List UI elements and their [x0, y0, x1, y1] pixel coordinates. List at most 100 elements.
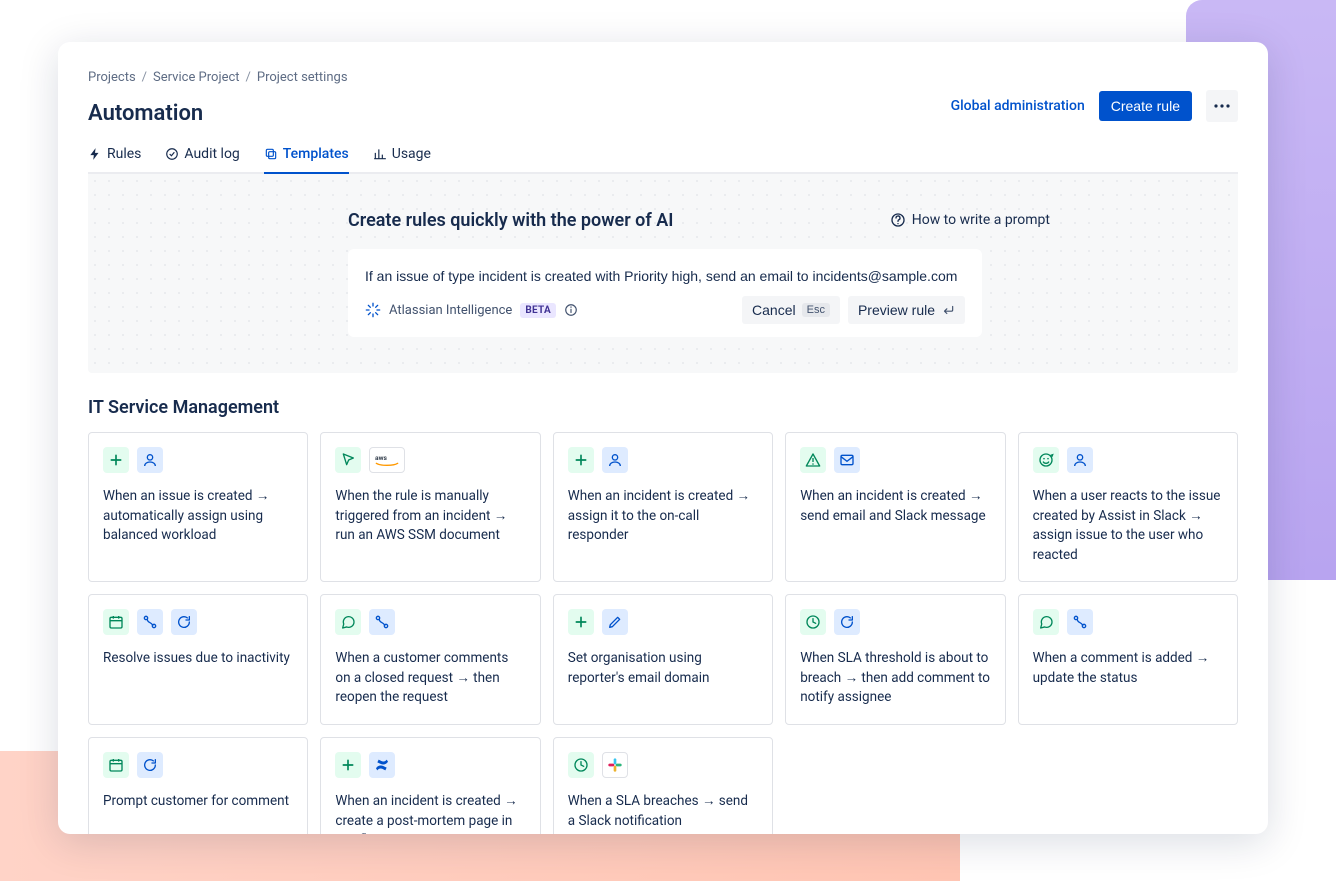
- enter-icon: [941, 303, 955, 317]
- card-icons: [335, 752, 525, 778]
- card-text: When an issue is created → automatically…: [103, 487, 293, 546]
- lightning-icon: [88, 147, 102, 161]
- beta-badge: BETA: [520, 303, 556, 318]
- template-card[interactable]: Set organisation using reporter's email …: [553, 594, 773, 725]
- breadcrumb-item[interactable]: Service Project: [153, 70, 239, 85]
- ai-brand-label: Atlassian Intelligence: [389, 303, 512, 318]
- preview-rule-button[interactable]: Preview rule: [848, 296, 965, 324]
- tab-usage[interactable]: Usage: [373, 146, 431, 174]
- card-text: Prompt customer for comment: [103, 792, 293, 812]
- template-card[interactable]: When an issue is created → automatically…: [88, 432, 308, 582]
- card-icons: [568, 447, 758, 473]
- help-link[interactable]: How to write a prompt: [890, 212, 1050, 228]
- create-rule-button[interactable]: Create rule: [1099, 91, 1192, 121]
- clock-icon: [800, 609, 826, 635]
- plus-icon: [568, 447, 594, 473]
- ai-prompt-input[interactable]: [365, 264, 965, 296]
- mail-icon: [834, 447, 860, 473]
- tab-templates[interactable]: Templates: [264, 146, 349, 174]
- kbd-esc: Esc: [802, 303, 830, 317]
- card-text: When SLA threshold is about to breach → …: [800, 649, 990, 708]
- card-text: When a customer comments on a closed req…: [335, 649, 525, 708]
- tab-label: Rules: [107, 146, 141, 162]
- help-label: How to write a prompt: [912, 212, 1050, 228]
- tab-label: Templates: [283, 146, 349, 162]
- person-icon: [1067, 447, 1093, 473]
- clock-icon: [568, 752, 594, 778]
- card-icons: [568, 752, 758, 778]
- plus-icon: [103, 447, 129, 473]
- card-text: When an incident is created → create a p…: [335, 792, 525, 834]
- calendar-icon: [103, 609, 129, 635]
- cursor-icon: [335, 447, 361, 473]
- pencil-icon: [602, 609, 628, 635]
- card-icons: [800, 609, 990, 635]
- info-icon[interactable]: [564, 303, 578, 317]
- flow-icon: [369, 609, 395, 635]
- template-card[interactable]: When an incident is created → send email…: [785, 432, 1005, 582]
- tab-label: Usage: [392, 146, 431, 162]
- card-icons: [103, 752, 293, 778]
- more-icon: [1214, 104, 1230, 108]
- breadcrumb-item[interactable]: Projects: [88, 70, 136, 85]
- card-icons: [568, 609, 758, 635]
- header-actions: Global administration Create rule: [951, 90, 1238, 122]
- template-card[interactable]: Prompt customer for comment: [88, 737, 308, 834]
- person-icon: [137, 447, 163, 473]
- chart-icon: [373, 147, 387, 161]
- flow-icon: [1067, 609, 1093, 635]
- template-card[interactable]: When a user reacts to the issue created …: [1018, 432, 1238, 582]
- card-icons: [800, 447, 990, 473]
- breadcrumb-item[interactable]: Project settings: [257, 70, 348, 85]
- confluence-icon: [369, 752, 395, 778]
- cancel-button[interactable]: Cancel Esc: [742, 296, 840, 324]
- template-card[interactable]: When a customer comments on a closed req…: [320, 594, 540, 725]
- card-text: When a SLA breaches → send a Slack notif…: [568, 792, 758, 831]
- breadcrumb: Projects / Service Project / Project set…: [88, 70, 1238, 85]
- comment-icon: [335, 609, 361, 635]
- card-text: When a comment is added → update the sta…: [1033, 649, 1223, 688]
- refresh-icon: [137, 752, 163, 778]
- plus-icon: [335, 752, 361, 778]
- template-card[interactable]: When a comment is added → update the sta…: [1018, 594, 1238, 725]
- ai-heading: Create rules quickly with the power of A…: [348, 210, 982, 231]
- aws-icon: [369, 447, 405, 473]
- global-admin-link[interactable]: Global administration: [951, 98, 1085, 114]
- tab-rules[interactable]: Rules: [88, 146, 141, 174]
- clock-check-icon: [165, 147, 179, 161]
- ai-prompt-box: Atlassian Intelligence BETA Cancel Esc P…: [348, 249, 982, 337]
- app-window: Projects / Service Project / Project set…: [58, 42, 1268, 834]
- page-title: Automation: [88, 101, 203, 126]
- preview-label: Preview rule: [858, 302, 935, 318]
- help-icon: [890, 212, 906, 228]
- card-icons: [335, 447, 525, 473]
- tab-audit-log[interactable]: Audit log: [165, 146, 239, 174]
- template-card[interactable]: Resolve issues due to inactivity: [88, 594, 308, 725]
- refresh-icon: [834, 609, 860, 635]
- card-text: When the rule is manually triggered from…: [335, 487, 525, 546]
- sparkle-icon: [365, 302, 381, 318]
- template-card[interactable]: When the rule is manually triggered from…: [320, 432, 540, 582]
- breadcrumb-separator: /: [142, 70, 147, 85]
- template-card[interactable]: When an incident is created → create a p…: [320, 737, 540, 834]
- template-card[interactable]: When a SLA breaches → send a Slack notif…: [553, 737, 773, 834]
- tab-label: Audit log: [184, 146, 239, 162]
- template-card[interactable]: When SLA threshold is about to breach → …: [785, 594, 1005, 725]
- card-icons: [335, 609, 525, 635]
- flow-icon: [137, 609, 163, 635]
- card-icons: [103, 609, 293, 635]
- template-card[interactable]: When an incident is created → assign it …: [553, 432, 773, 582]
- card-text: When a user reacts to the issue created …: [1033, 487, 1223, 565]
- tabs: Rules Audit log Templates Usage: [88, 146, 1238, 174]
- more-actions-button[interactable]: [1206, 90, 1238, 122]
- person-icon: [602, 447, 628, 473]
- section-title: IT Service Management: [88, 397, 1238, 418]
- comment-icon: [1033, 609, 1059, 635]
- card-text: When an incident is created → send email…: [800, 487, 990, 526]
- calendar-icon: [103, 752, 129, 778]
- ai-banner: Create rules quickly with the power of A…: [88, 174, 1238, 373]
- card-icons: [1033, 609, 1223, 635]
- refresh-icon: [171, 609, 197, 635]
- ai-brand: Atlassian Intelligence BETA: [365, 302, 578, 318]
- card-icons: [103, 447, 293, 473]
